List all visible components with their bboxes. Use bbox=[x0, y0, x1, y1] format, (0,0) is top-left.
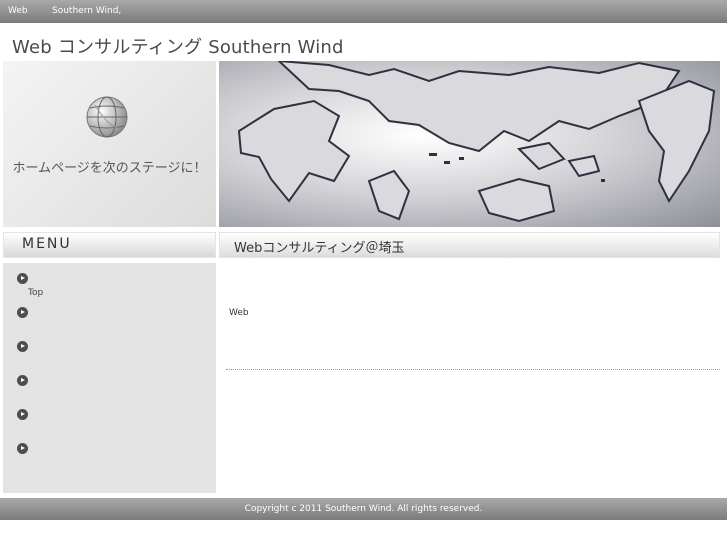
world-map-graphic bbox=[237, 61, 716, 223]
site-title[interactable]: Web コンサルティング Southern Wind bbox=[12, 33, 344, 59]
sidebar-item-label: Top bbox=[28, 288, 44, 298]
menu-heading-label: MENU bbox=[22, 236, 72, 252]
globe-icon bbox=[86, 96, 128, 138]
sidebar-item-top[interactable]: Top bbox=[17, 273, 197, 298]
bullet-arrow-icon bbox=[17, 307, 28, 318]
bullet-arrow-icon bbox=[17, 375, 28, 386]
content-heading-label: Webコンサルティング＠埼玉 bbox=[234, 241, 405, 256]
hero-tagline: ホームページを次のステージに！ bbox=[12, 161, 207, 176]
sidebar-item-3[interactable] bbox=[17, 341, 197, 357]
footer: Copyright c 2011 Southern Wind. All righ… bbox=[0, 498, 727, 520]
bullet-arrow-icon bbox=[17, 341, 28, 352]
hero-world-map-image bbox=[219, 61, 720, 227]
top-bar: Web Southern Wind, bbox=[0, 0, 727, 23]
menu-heading: MENU bbox=[3, 232, 216, 258]
sidebar-item-2[interactable] bbox=[17, 307, 197, 323]
hero-left-panel: ホームページを次のステージに！ bbox=[3, 61, 216, 227]
content-heading: Webコンサルティング＠埼玉 bbox=[219, 232, 720, 258]
bullet-arrow-icon bbox=[17, 443, 28, 454]
sidebar-item-5[interactable] bbox=[17, 409, 197, 425]
topbar-site-link[interactable]: Southern Wind, bbox=[52, 0, 121, 23]
content-text: Web bbox=[229, 308, 249, 318]
sidebar-menu: Top bbox=[3, 263, 216, 493]
content-divider bbox=[226, 369, 720, 370]
footer-copyright: Copyright c 2011 Southern Wind. All righ… bbox=[244, 504, 483, 514]
bullet-arrow-icon bbox=[17, 273, 28, 284]
sidebar-item-4[interactable] bbox=[17, 375, 197, 391]
bullet-arrow-icon bbox=[17, 409, 28, 420]
topbar-web-link[interactable]: Web bbox=[8, 0, 28, 23]
sidebar-item-6[interactable] bbox=[17, 443, 197, 459]
